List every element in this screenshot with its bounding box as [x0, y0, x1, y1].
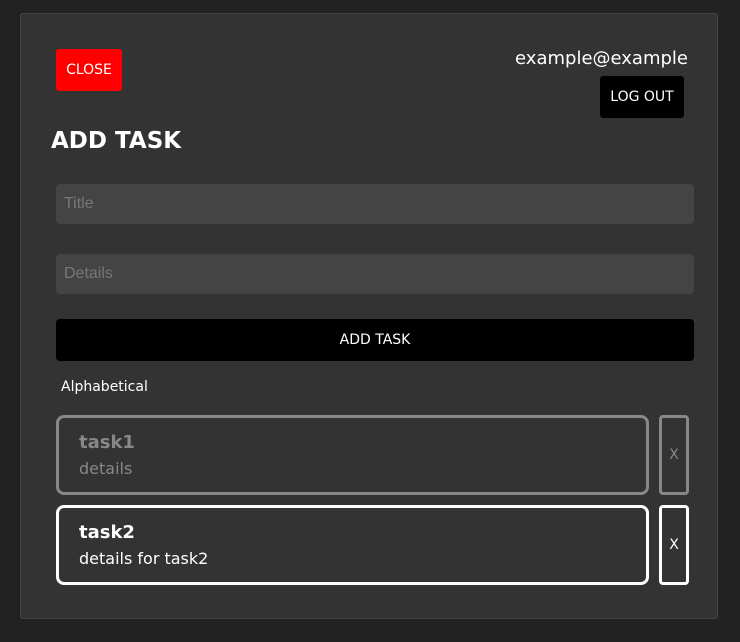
task-item[interactable]: task1 details	[56, 415, 649, 495]
user-email: example@example	[515, 48, 688, 69]
task-details: details for task2	[79, 549, 209, 568]
task-title: task1	[79, 432, 135, 453]
delete-task-button[interactable]: X	[659, 505, 689, 585]
title-input[interactable]	[56, 184, 694, 224]
close-button[interactable]: CLOSE	[56, 49, 122, 91]
add-task-panel: CLOSE example@example LOG OUT ADD TASK A…	[20, 13, 718, 619]
page-title: ADD TASK	[51, 128, 182, 154]
task-title: task2	[79, 522, 135, 543]
task-details: details	[79, 459, 133, 478]
logout-button[interactable]: LOG OUT	[600, 76, 684, 118]
task-item[interactable]: task2 details for task2	[56, 505, 649, 585]
details-input[interactable]	[56, 254, 694, 294]
add-task-button[interactable]: ADD TASK	[56, 319, 694, 361]
sort-order-toggle[interactable]: Alphabetical	[61, 379, 148, 395]
delete-task-button[interactable]: X	[659, 415, 689, 495]
